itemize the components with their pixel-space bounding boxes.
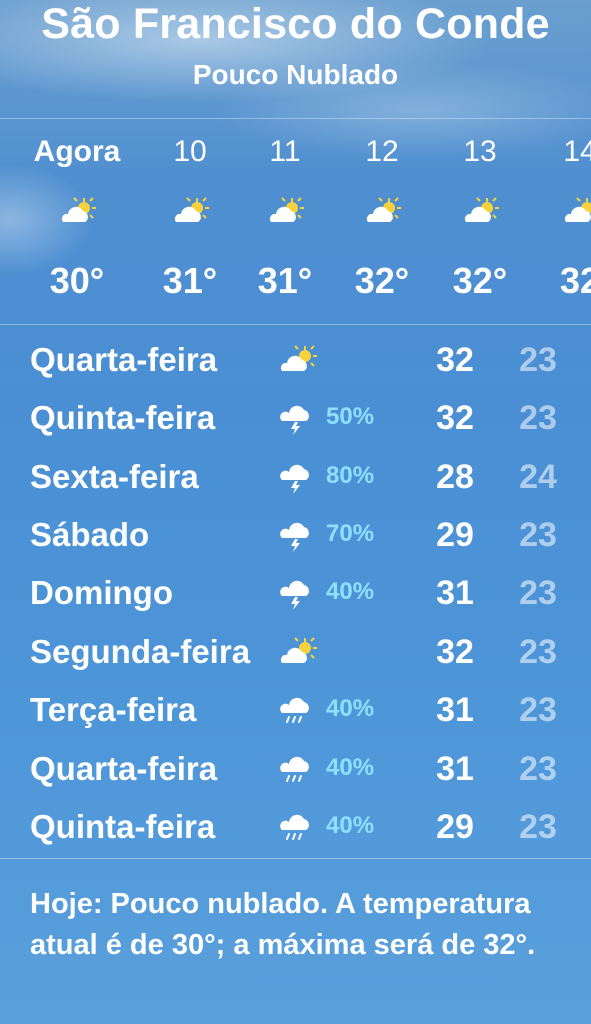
day-name: Quinta-feira xyxy=(30,399,216,436)
day-row: Quarta-feira 32 23 xyxy=(0,331,591,389)
day-name: Terça-feira xyxy=(30,691,197,728)
high-temp: 31 xyxy=(436,750,474,788)
day-row: Quinta-feira 50% 32 23 xyxy=(0,389,591,447)
precip-chance: 40% xyxy=(326,812,375,839)
hour-temp: 30° xyxy=(49,260,105,301)
day-name: Quarta-feira xyxy=(30,750,218,787)
day-name: Domingo xyxy=(30,574,173,611)
day-row: Segunda-feira 32 23 xyxy=(0,623,591,681)
high-temp: 31 xyxy=(436,574,474,612)
precip-chance: 40% xyxy=(326,695,375,722)
low-temp: 23 xyxy=(519,691,557,729)
high-temp: 32 xyxy=(436,633,474,671)
partly-sunny-icon xyxy=(57,196,97,226)
hour-time: 10 xyxy=(173,135,207,168)
rain-cloud-icon xyxy=(278,810,318,844)
precip-chance: 70% xyxy=(326,520,375,547)
hourly-forecast[interactable]: Agora 30° 10 31° 11 31° 12 32° 13 32° 14 xyxy=(0,118,591,324)
thunderstorm-icon xyxy=(278,518,318,552)
partly-sunny-icon xyxy=(170,196,210,226)
day-row: Sexta-feira 80% 28 24 xyxy=(0,448,591,506)
day-row: Terça-feira 40% 31 23 xyxy=(0,681,591,739)
hour-item: 11 31° xyxy=(235,118,335,324)
hour-item: 14 32 xyxy=(530,118,591,324)
low-temp: 23 xyxy=(519,750,557,788)
thunderstorm-icon xyxy=(278,576,318,610)
high-temp: 29 xyxy=(436,808,474,846)
location-header: São Francisco do Conde Pouco Nublado xyxy=(0,0,591,118)
rain-cloud-icon xyxy=(278,752,318,786)
high-temp: 32 xyxy=(436,399,474,437)
day-name: Quarta-feira xyxy=(30,341,218,378)
high-temp: 28 xyxy=(436,458,474,496)
high-temp: 31 xyxy=(436,691,474,729)
city-name: São Francisco do Conde xyxy=(41,0,550,48)
partly-sunny-icon xyxy=(362,196,402,226)
day-name: Sexta-feira xyxy=(30,458,199,495)
low-temp: 23 xyxy=(519,633,557,671)
high-temp: 29 xyxy=(436,516,474,554)
day-name: Segunda-feira xyxy=(30,633,251,670)
partly-sunny-icon xyxy=(265,196,305,226)
partly-sunny-icon xyxy=(560,196,591,226)
day-row: Sábado 70% 29 23 xyxy=(0,506,591,564)
low-temp: 23 xyxy=(519,808,557,846)
precip-chance: 50% xyxy=(326,403,375,430)
hour-item: 10 31° xyxy=(140,118,240,324)
partly-sunny-icon xyxy=(278,343,318,377)
hour-time: 11 xyxy=(269,135,301,168)
today-summary: Hoje: Pouco nublado. A temperatura atual… xyxy=(30,888,536,961)
day-row: Quarta-feira 40% 31 23 xyxy=(0,740,591,798)
precip-chance: 80% xyxy=(326,462,375,489)
low-temp: 23 xyxy=(519,399,557,437)
thunderstorm-icon xyxy=(278,460,318,494)
high-temp: 32 xyxy=(436,341,474,379)
hour-temp: 32° xyxy=(452,260,508,301)
hour-time: 13 xyxy=(463,135,497,168)
day-row: Quinta-feira 40% 29 23 xyxy=(0,798,591,856)
day-row: Domingo 40% 31 23 xyxy=(0,564,591,622)
hour-temp: 31° xyxy=(257,260,313,301)
low-temp: 23 xyxy=(519,574,557,612)
low-temp: 23 xyxy=(519,341,557,379)
partly-sunny-icon xyxy=(460,196,500,226)
rain-cloud-icon xyxy=(278,693,318,727)
partly-sunny-icon xyxy=(278,635,318,669)
thunderstorm-icon xyxy=(278,401,318,435)
precip-chance: 40% xyxy=(326,578,375,605)
hour-temp: 32° xyxy=(354,260,410,301)
hour-item: 12 32° xyxy=(332,118,432,324)
day-name: Quinta-feira xyxy=(30,808,216,845)
hour-temp: 32 xyxy=(559,260,591,301)
current-condition: Pouco Nublado xyxy=(192,59,399,90)
divider xyxy=(0,324,591,325)
low-temp: 24 xyxy=(519,458,557,496)
hour-item: 13 32° xyxy=(430,118,530,324)
hour-time: Agora xyxy=(33,135,121,168)
hour-time: 12 xyxy=(365,135,399,168)
hour-temp: 31° xyxy=(162,260,218,301)
hour-item: Agora 30° xyxy=(27,118,127,324)
low-temp: 23 xyxy=(519,516,557,554)
divider xyxy=(0,858,591,859)
day-name: Sábado xyxy=(30,516,150,553)
precip-chance: 40% xyxy=(326,754,375,781)
hour-time: 14 xyxy=(563,135,591,168)
